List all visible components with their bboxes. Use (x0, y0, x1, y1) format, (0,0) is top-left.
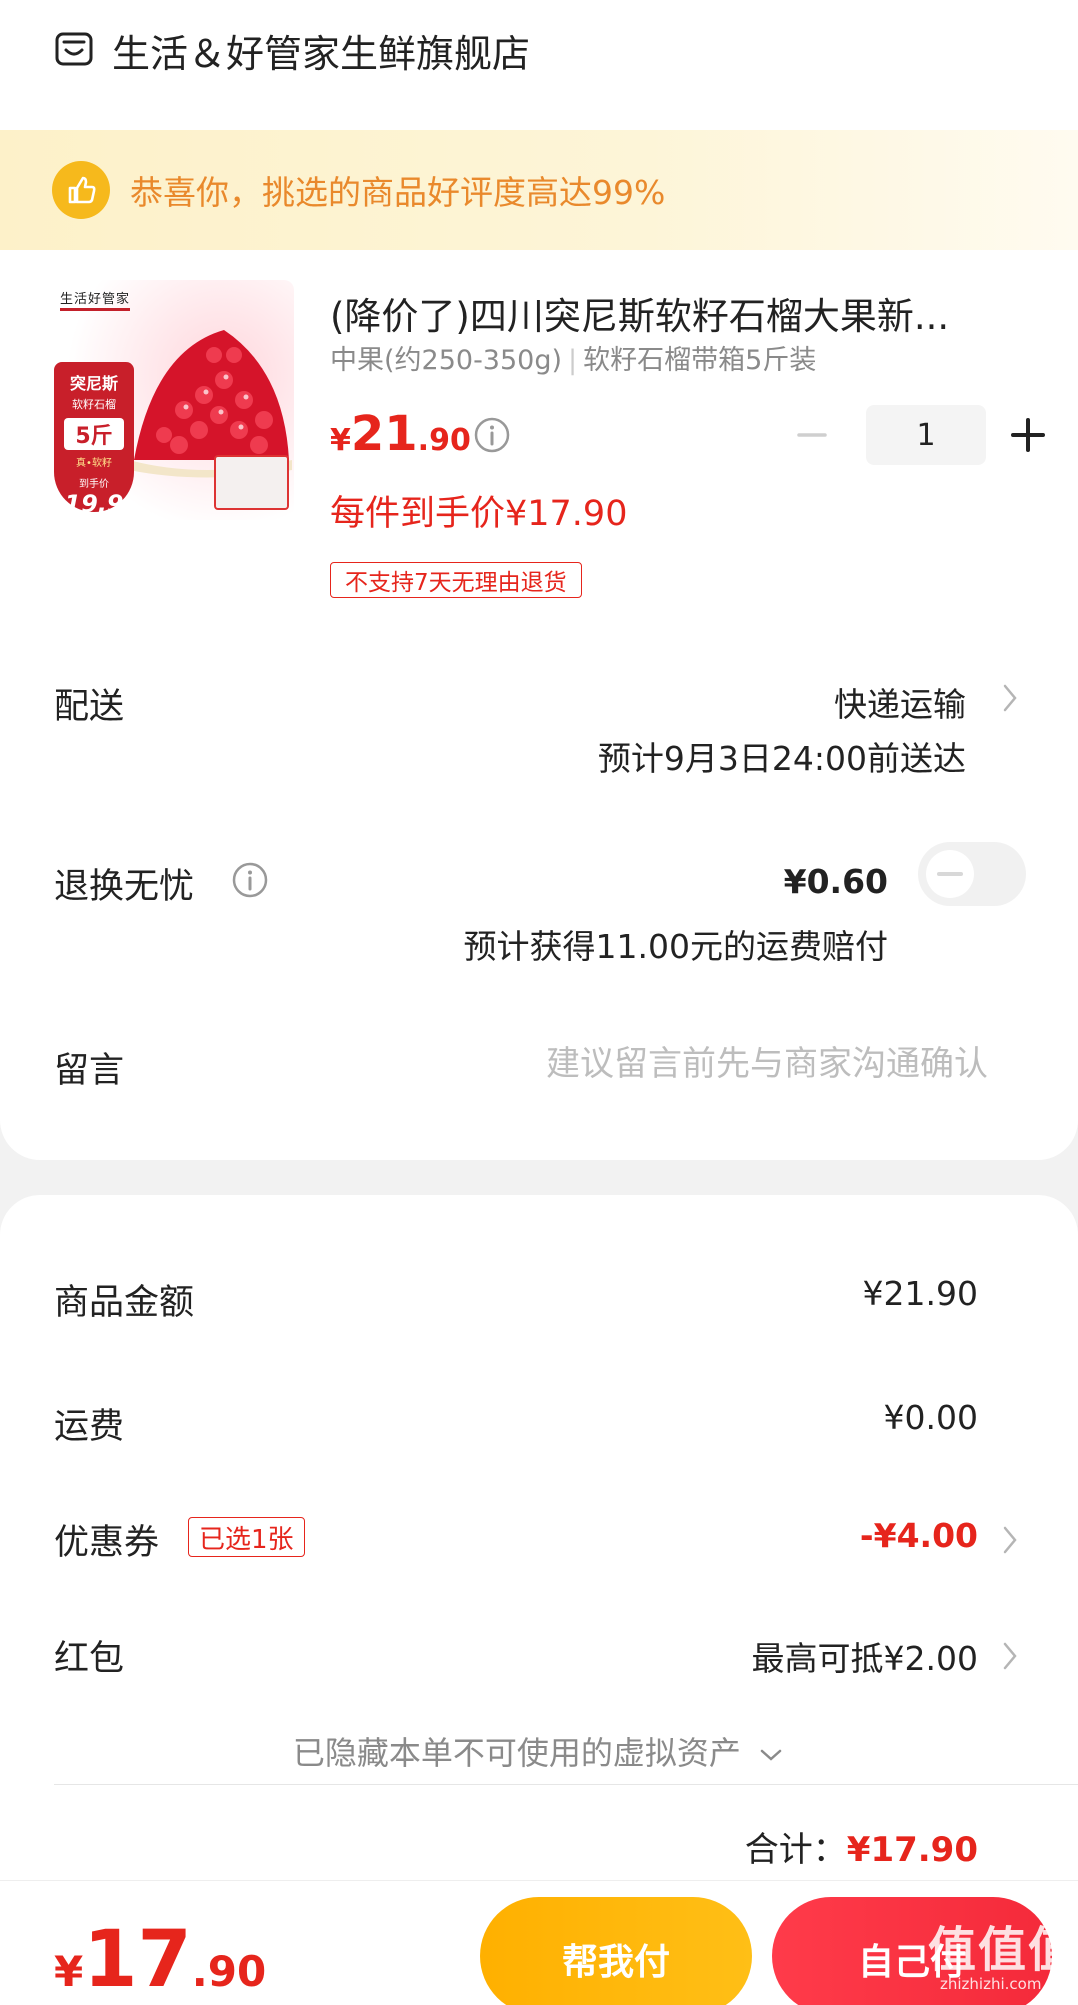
store-name: 生活＆好管家生鲜旗舰店 (112, 31, 531, 76)
banner-text: 恭喜你，挑选的商品好评度高达99% (130, 173, 666, 212)
coupon-label: 优惠券 (54, 1523, 160, 1563)
redpacket-label: 红包 (54, 1639, 125, 1679)
minus-icon (797, 433, 827, 437)
chevron-right-icon[interactable] (1000, 1638, 1020, 1674)
shipping-label: 配送 (54, 687, 125, 727)
image-brand-line (60, 308, 130, 311)
product-spec[interactable]: 中果(约250-350g) | 软籽石榴带箱5斤装 (330, 338, 816, 377)
hidden-assets-toggle[interactable]: 已隐藏本单不可使用的虚拟资产 (0, 1728, 1078, 1774)
order-card: 生活＆好管家生鲜旗舰店 恭喜你，挑选的商品好评度高达99% 生活好管家 突尼斯 … (0, 0, 1078, 1160)
freight-value: ¥0.00 (883, 1398, 978, 1437)
toggle-knob (926, 850, 974, 898)
image-price-tag: 突尼斯 软籽石榴 5斤 真•软籽 到手价 19.9 (54, 362, 134, 518)
shipping-method[interactable]: 快递运输 (834, 678, 966, 726)
final-unit-price: 每件到手价¥17.90 (330, 494, 628, 534)
image-gift-box (214, 455, 289, 510)
decrease-button[interactable] (782, 405, 842, 465)
thumbs-up-icon (52, 161, 110, 219)
watermark-url: zhizhizhi.com (940, 1975, 1042, 1993)
plus-icon (1011, 418, 1045, 452)
return-info-icon[interactable] (230, 860, 270, 900)
return-label: 退换无忧 (54, 867, 195, 907)
chevron-right-icon[interactable] (1000, 1522, 1020, 1558)
hidden-assets-text: 已隐藏本单不可使用的虚拟资产 (292, 1734, 741, 1772)
product-image[interactable]: 生活好管家 突尼斯 软籽石榴 5斤 真•软籽 到手价 19.9 (54, 280, 294, 520)
store-icon (55, 32, 93, 66)
redpacket-value[interactable]: 最高可抵¥2.00 (752, 1632, 978, 1680)
product-price: ¥21.90 (330, 406, 471, 462)
goods-amount-value: ¥21.90 (862, 1274, 978, 1313)
image-brand-text: 生活好管家 (60, 292, 131, 307)
total-label: 合计： (744, 1830, 847, 1870)
increase-button[interactable] (998, 405, 1058, 465)
message-input[interactable] (388, 1036, 988, 1092)
checkout-price: ¥17.90 (54, 1915, 267, 2005)
quantity-value[interactable]: 1 (866, 405, 986, 465)
no-return-badge: 不支持7天无理由退货 (330, 562, 582, 598)
order-total: 合计：¥17.90 (745, 1822, 978, 1871)
return-price: ¥0.60 (783, 862, 888, 901)
goods-amount-label: 商品金额 (54, 1283, 195, 1323)
chevron-right-icon[interactable] (1000, 680, 1020, 716)
message-label: 留言 (54, 1051, 125, 1091)
freight-label: 运费 (54, 1407, 125, 1447)
store-header[interactable]: 生活＆好管家生鲜旗舰店 (54, 26, 530, 76)
total-value: ¥17.90 (846, 1830, 978, 1870)
coupon-selected-badge: 已选1张 (188, 1517, 305, 1557)
watermark: 值值值 (928, 1922, 1078, 1978)
chevron-down-icon (760, 1749, 782, 1761)
rating-banner: 恭喜你，挑选的商品好评度高达99% (0, 130, 1078, 250)
return-note: 预计获得11.00元的运费赔付 (463, 927, 888, 966)
coupon-value[interactable]: -¥4.00 (860, 1516, 978, 1555)
product-title[interactable]: (降价了)四川突尼斯软籽石榴大果新... (330, 286, 949, 340)
help-pay-button[interactable]: 帮我付 (480, 1897, 752, 2005)
return-toggle[interactable] (918, 842, 1026, 906)
quantity-stepper: 1 (782, 404, 1058, 466)
price-info-icon[interactable] (472, 415, 512, 455)
divider (54, 1784, 1078, 1785)
shipping-eta: 预计9月3日24:00前送达 (597, 739, 966, 778)
